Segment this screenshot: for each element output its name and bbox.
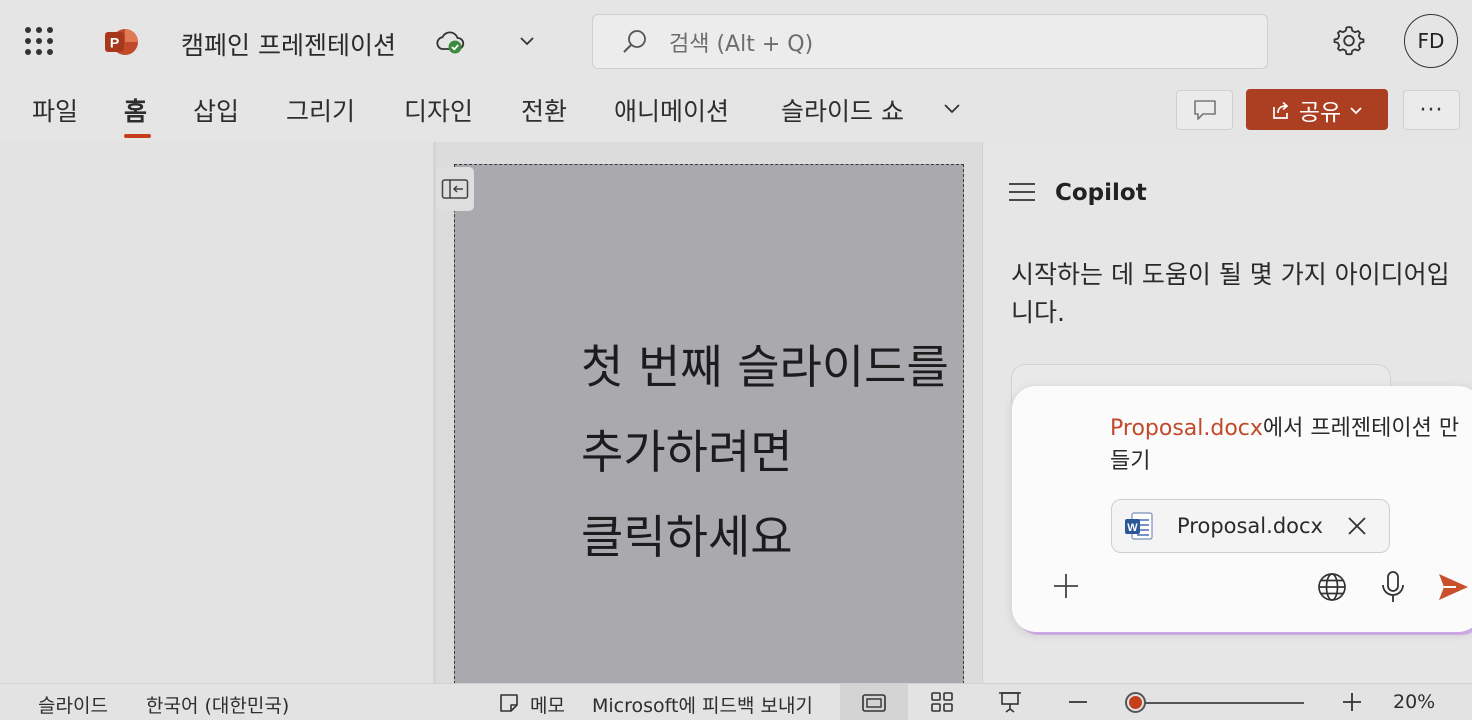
- collapse-thumbnails-button[interactable]: [436, 167, 474, 211]
- collapse-pane-icon: [441, 179, 469, 199]
- slide-prompt-line: 클릭하세요: [581, 510, 793, 564]
- close-icon[interactable]: [1345, 514, 1369, 538]
- zoom-percentage[interactable]: 20%: [1393, 691, 1435, 713]
- presenter-view-icon[interactable]: [997, 690, 1023, 714]
- normal-view-button[interactable]: [840, 684, 908, 720]
- tab-slide-show[interactable]: 슬라이드 쇼: [781, 92, 904, 128]
- app-launcher-waffle-icon[interactable]: [25, 27, 53, 55]
- cloud-saved-icon[interactable]: [434, 27, 466, 57]
- hamburger-icon[interactable]: [1007, 180, 1037, 204]
- attached-file-name: Proposal.docx: [1177, 514, 1323, 538]
- slide-editor-canvas: 첫 번째 슬라이드를 추가하려면 클릭하세요: [436, 142, 982, 683]
- slide-prompt-line: 추가하려면: [581, 425, 793, 479]
- title-bar: P 캠페인 프레젠테이션 검색 (Alt + Q) FD: [0, 0, 1472, 84]
- attached-file-chip[interactable]: W Proposal.docx: [1111, 499, 1390, 553]
- share-chevron-down-icon: [1350, 106, 1362, 114]
- more-icon: ···: [1419, 97, 1444, 123]
- more-tabs-chevron-down-icon[interactable]: [940, 96, 964, 120]
- notes-button[interactable]: 메모: [530, 691, 565, 718]
- search-icon: [623, 29, 646, 53]
- status-bar: 슬라이드 한국어 (대한민국) 메모 Microsoft에 피드백 보내기 20…: [0, 683, 1472, 720]
- normal-view-icon: [862, 693, 886, 712]
- language-indicator[interactable]: 한국어 (대한민국): [146, 691, 289, 718]
- tab-design[interactable]: 디자인: [404, 92, 473, 128]
- powerpoint-logo-icon: P: [105, 29, 138, 55]
- tab-draw[interactable]: 그리기: [286, 92, 355, 128]
- gear-icon[interactable]: [1333, 24, 1365, 56]
- svg-text:W: W: [1127, 522, 1138, 534]
- tab-home[interactable]: 홈: [124, 92, 147, 128]
- notes-icon[interactable]: [498, 692, 520, 714]
- document-title[interactable]: 캠페인 프레젠테이션: [181, 26, 396, 62]
- share-button[interactable]: 공유: [1246, 89, 1388, 130]
- add-first-slide-prompt[interactable]: 첫 번째 슬라이드를 추가하려면 클릭하세요: [581, 325, 963, 580]
- slide-thumbnail-pane[interactable]: [0, 142, 433, 683]
- more-options-button[interactable]: ···: [1403, 90, 1460, 130]
- title-chevron-down-icon[interactable]: [516, 30, 538, 52]
- plus-icon[interactable]: [1052, 572, 1080, 600]
- comments-button[interactable]: [1176, 90, 1233, 130]
- active-tab-indicator: [124, 134, 151, 138]
- globe-icon[interactable]: [1316, 571, 1348, 603]
- zoom-slider-track[interactable]: [1134, 702, 1304, 704]
- file-reference-link[interactable]: Proposal.docx: [1110, 416, 1263, 441]
- microphone-icon[interactable]: [1379, 570, 1407, 604]
- search-input[interactable]: 검색 (Alt + Q): [592, 14, 1268, 69]
- slide-prompt-line: 첫 번째 슬라이드를: [581, 340, 949, 394]
- copilot-intro-text: 시작하는 데 도움이 될 몇 가지 아이디어입니다.: [1011, 260, 1450, 327]
- svg-text:P: P: [110, 35, 119, 51]
- zoom-slider-thumb[interactable]: [1125, 692, 1146, 713]
- slide-sorter-icon[interactable]: [929, 690, 955, 714]
- zoom-out-icon[interactable]: [1066, 690, 1090, 714]
- slide-placeholder-area[interactable]: 첫 번째 슬라이드를 추가하려면 클릭하세요: [454, 164, 964, 683]
- slide-indicator: 슬라이드: [38, 695, 108, 717]
- word-file-icon: W: [1125, 512, 1153, 540]
- send-icon[interactable]: [1436, 570, 1470, 604]
- feedback-link[interactable]: Microsoft에 피드백 보내기: [592, 691, 813, 718]
- comment-icon: [1193, 100, 1216, 120]
- copilot-title: Copilot: [1055, 180, 1147, 206]
- share-label: 공유: [1298, 99, 1342, 126]
- search-placeholder: 검색 (Alt + Q): [669, 31, 814, 57]
- tab-transitions[interactable]: 전환: [521, 92, 567, 128]
- tab-insert[interactable]: 삽입: [193, 92, 239, 128]
- share-icon: [1272, 101, 1289, 119]
- user-avatar[interactable]: FD: [1404, 14, 1458, 68]
- zoom-in-icon[interactable]: [1340, 690, 1364, 714]
- tab-file[interactable]: 파일: [32, 92, 78, 128]
- composer-prompt-text[interactable]: Proposal.docx에서 프레젠테이션 만들기: [1110, 412, 1460, 478]
- ribbon-tabs: 파일 홈 삽입 그리기 디자인 전환 애니메이션 슬라이드 쇼 공유 ···: [0, 84, 1472, 142]
- copilot-composer[interactable]: Proposal.docx에서 프레젠테이션 만들기 W Proposal.do…: [1012, 386, 1472, 632]
- tab-animations[interactable]: 애니메이션: [614, 92, 729, 128]
